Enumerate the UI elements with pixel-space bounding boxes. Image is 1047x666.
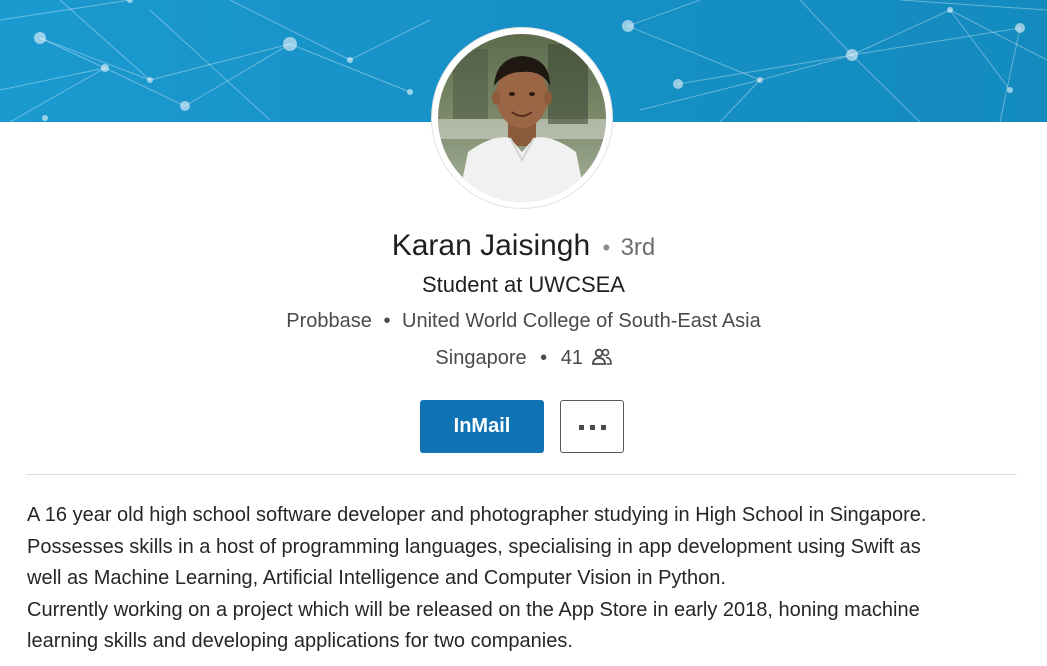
bullet-separator: • [383, 310, 391, 332]
more-dots-icon [579, 425, 584, 430]
degree-separator: • [602, 235, 611, 260]
summary-line: Possesses skills in a host of programmin… [27, 535, 921, 558]
summary-line: well as Machine Learning, Artificial Int… [27, 567, 726, 589]
profile-name: Karan Jaisingh [391, 229, 591, 262]
connection-degree: 3rd [620, 234, 656, 261]
summary-line: Currently working on a project which wil… [27, 598, 920, 621]
connections-icon [591, 346, 612, 374]
profile-photo [438, 34, 606, 202]
summary-line: learning skills and developing applicati… [27, 630, 573, 652]
experience-education-line: Probbase • United World College of South… [0, 307, 1047, 335]
school[interactable]: United World College of South-East Asia [402, 310, 761, 332]
bullet-separator: • [540, 347, 548, 369]
avatar[interactable] [438, 34, 606, 202]
inmail-button[interactable]: InMail [420, 400, 544, 453]
profile-summary: A 16 year old high school software devel… [27, 500, 1037, 658]
location: Singapore [435, 347, 527, 369]
more-dot [601, 425, 606, 430]
connections-count[interactable]: 41 [561, 347, 583, 369]
more-actions-button[interactable] [560, 400, 624, 453]
location-connections-line: Singapore • 41 [0, 344, 1047, 374]
current-company[interactable]: Probbase [286, 310, 372, 332]
section-divider [26, 474, 1017, 475]
more-dot [590, 425, 595, 430]
summary-line: A 16 year old high school software devel… [27, 504, 927, 526]
profile-headline: Student at UWCSEA [422, 272, 625, 297]
name-row: Karan Jaisingh • 3rd [0, 226, 1047, 268]
